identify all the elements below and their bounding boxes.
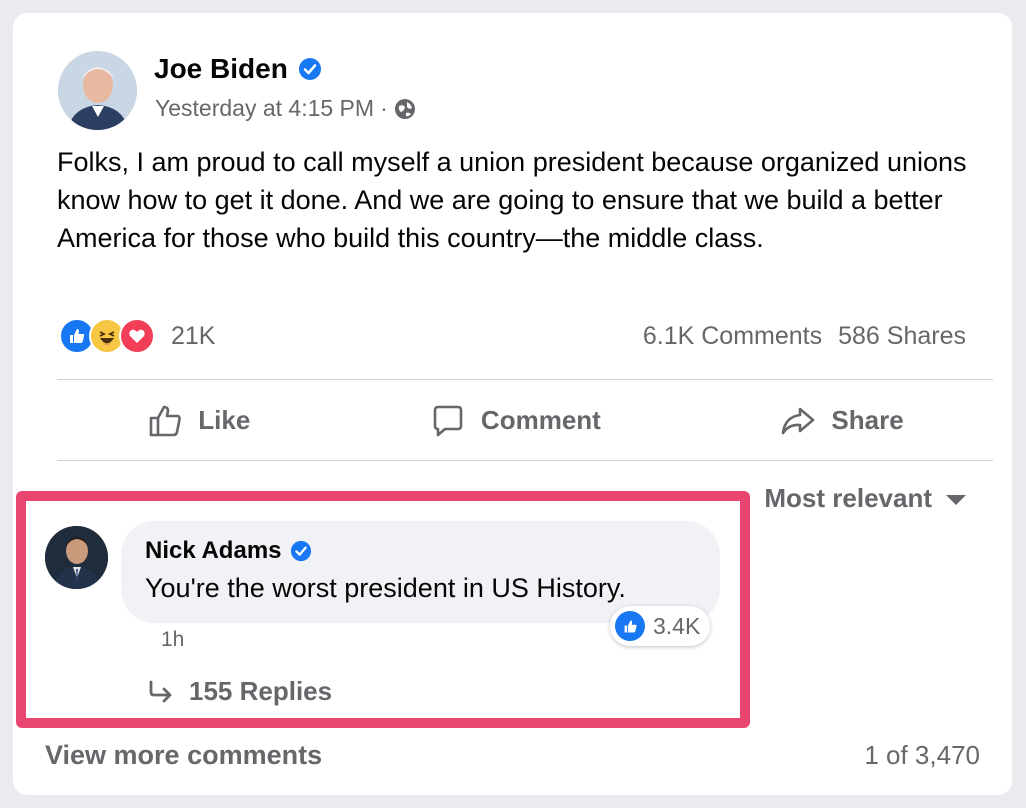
like-button[interactable]: Like: [146, 402, 250, 440]
comment-pager: 1 of 3,470: [864, 740, 980, 770]
commenter[interactable]: Nick Adams: [145, 537, 312, 565]
reactions-summary[interactable]: 21K: [59, 318, 215, 354]
comment-text: You're the worst president in US History…: [145, 573, 626, 603]
like-reaction-icon: [615, 611, 645, 641]
post-stats: 6.1K Comments 586 Shares: [643, 322, 966, 351]
share-button[interactable]: Share: [779, 402, 904, 440]
view-replies-link[interactable]: 155 Replies: [147, 676, 332, 707]
view-more-comments-link[interactable]: View more comments: [45, 740, 322, 771]
thumbs-up-icon: [149, 405, 182, 436]
globe-icon[interactable]: [394, 98, 416, 120]
share-arrow-icon: [782, 407, 815, 434]
commenter-avatar[interactable]: [45, 526, 108, 589]
author-avatar[interactable]: [58, 51, 137, 130]
love-reaction-icon: [119, 318, 155, 354]
comment-like-count: 3.4K: [653, 612, 701, 639]
caret-down-icon: [946, 494, 966, 505]
post-meta: Yesterday at 4:15 PM ·: [155, 95, 416, 122]
post-timestamp[interactable]: Yesterday at 4:15 PM: [155, 95, 374, 122]
comment-icon: [433, 405, 463, 436]
divider: [57, 460, 993, 461]
sort-label: Most relevant: [764, 483, 932, 513]
verified-badge-icon: [298, 58, 321, 80]
share-label: Share: [831, 405, 904, 435]
comment-reaction-count[interactable]: 3.4K: [610, 606, 711, 646]
meta-separator: ·: [380, 95, 388, 121]
post-author[interactable]: Joe Biden: [154, 53, 322, 85]
shares-count[interactable]: 586 Shares: [838, 322, 966, 351]
like-label: Like: [198, 405, 251, 435]
action-bar: Like Comment Share: [57, 380, 993, 461]
verified-badge-icon: [290, 540, 311, 562]
comment-button[interactable]: Comment: [429, 402, 601, 440]
comment-timestamp[interactable]: 1h: [161, 628, 184, 652]
comment-label: Comment: [480, 405, 601, 435]
reaction-count[interactable]: 21K: [171, 322, 215, 351]
comment-sort-dropdown[interactable]: Most relevant: [764, 483, 966, 514]
commenter-name[interactable]: Nick Adams: [145, 537, 282, 565]
replies-label: 155 Replies: [189, 676, 333, 706]
comments-count[interactable]: 6.1K Comments: [643, 322, 822, 351]
post-author-name[interactable]: Joe Biden: [154, 53, 288, 85]
reply-arrow-icon: [149, 680, 172, 702]
post-body: Folks, I am proud to call myself a union…: [57, 147, 967, 253]
